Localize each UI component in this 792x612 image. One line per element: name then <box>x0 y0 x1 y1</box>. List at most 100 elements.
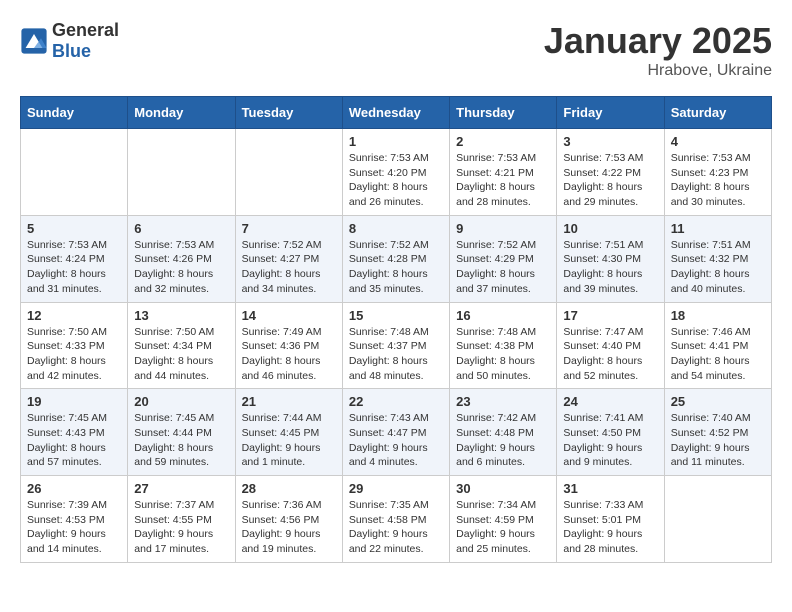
calendar-cell: 12 Sunrise: 7:50 AM Sunset: 4:33 PM Dayli… <box>21 302 128 389</box>
weekday-friday: Friday <box>557 97 664 129</box>
day-info: Sunrise: 7:53 AM Sunset: 4:22 PM Dayligh… <box>563 151 657 210</box>
day-info: Sunrise: 7:53 AM Sunset: 4:26 PM Dayligh… <box>134 238 228 297</box>
title-block: January 2025 Hrabove, Ukraine <box>544 20 772 80</box>
logo-text: General Blue <box>52 20 119 62</box>
day-number: 10 <box>563 221 657 236</box>
calendar-cell: 4Sunrise: 7:53 AM Sunset: 4:23 PM Daylig… <box>664 129 771 216</box>
calendar-week-4: 19 Sunrise: 7:45 AM Sunset: 4:43 PM Dayli… <box>21 389 772 476</box>
calendar-cell <box>21 129 128 216</box>
calendar-cell <box>664 476 771 563</box>
day-number: 13 <box>134 308 228 323</box>
day-info: Sunrise: 7:49 AM Sunset: 4:36 PM Dayligh… <box>242 325 336 384</box>
weekday-saturday: Saturday <box>664 97 771 129</box>
day-info: Sunrise: 7:39 AM Sunset: 4:53 PM Dayligh… <box>27 498 121 557</box>
location-subtitle: Hrabove, Ukraine <box>544 62 772 80</box>
calendar-cell: 18 Sunrise: 7:46 AM Sunset: 4:41 PM Dayli… <box>664 302 771 389</box>
day-number: 2 <box>456 134 550 149</box>
page-header: General Blue January 2025 Hrabove, Ukrai… <box>20 20 772 80</box>
calendar-cell: 27Sunrise: 7:37 AM Sunset: 4:55 PM Dayli… <box>128 476 235 563</box>
day-number: 29 <box>349 481 443 496</box>
calendar-cell: 25Sunrise: 7:40 AM Sunset: 4:52 PM Dayli… <box>664 389 771 476</box>
day-info: Sunrise: 7:48 AM Sunset: 4:38 PM Dayligh… <box>456 325 550 384</box>
day-number: 11 <box>671 221 765 236</box>
day-number: 14 <box>242 308 336 323</box>
calendar-cell <box>128 129 235 216</box>
logo-blue: Blue <box>52 41 91 61</box>
calendar-cell: 7 Sunrise: 7:52 AM Sunset: 4:27 PM Daylig… <box>235 215 342 302</box>
day-number: 28 <box>242 481 336 496</box>
day-info: Sunrise: 7:48 AM Sunset: 4:37 PM Dayligh… <box>349 325 443 384</box>
day-info: Sunrise: 7:50 AM Sunset: 4:33 PM Dayligh… <box>27 325 121 384</box>
day-info: Sunrise: 7:34 AM Sunset: 4:59 PM Dayligh… <box>456 498 550 557</box>
day-number: 12 <box>27 308 121 323</box>
day-number: 19 <box>27 394 121 409</box>
calendar-cell <box>235 129 342 216</box>
day-number: 7 <box>242 221 336 236</box>
calendar-cell: 15 Sunrise: 7:48 AM Sunset: 4:37 PM Dayli… <box>342 302 449 389</box>
calendar-cell: 28 Sunrise: 7:36 AM Sunset: 4:56 PM Dayli… <box>235 476 342 563</box>
calendar-cell: 17 Sunrise: 7:47 AM Sunset: 4:40 PM Dayli… <box>557 302 664 389</box>
day-info: Sunrise: 7:53 AM Sunset: 4:21 PM Dayligh… <box>456 151 550 210</box>
calendar-cell: 10 Sunrise: 7:51 AM Sunset: 4:30 PM Dayli… <box>557 215 664 302</box>
day-info: Sunrise: 7:52 AM Sunset: 4:28 PM Dayligh… <box>349 238 443 297</box>
day-number: 25 <box>671 394 765 409</box>
day-info: Sunrise: 7:36 AM Sunset: 4:56 PM Dayligh… <box>242 498 336 557</box>
logo-general: General <box>52 20 119 40</box>
day-number: 8 <box>349 221 443 236</box>
calendar-cell: 19 Sunrise: 7:45 AM Sunset: 4:43 PM Dayli… <box>21 389 128 476</box>
day-info: Sunrise: 7:45 AM Sunset: 4:44 PM Dayligh… <box>134 411 228 470</box>
weekday-monday: Monday <box>128 97 235 129</box>
day-number: 4 <box>671 134 765 149</box>
calendar-cell: 8 Sunrise: 7:52 AM Sunset: 4:28 PM Daylig… <box>342 215 449 302</box>
logo: General Blue <box>20 20 119 62</box>
weekday-wednesday: Wednesday <box>342 97 449 129</box>
day-number: 22 <box>349 394 443 409</box>
day-number: 24 <box>563 394 657 409</box>
day-number: 23 <box>456 394 550 409</box>
calendar-week-3: 12 Sunrise: 7:50 AM Sunset: 4:33 PM Dayli… <box>21 302 772 389</box>
day-info: Sunrise: 7:45 AM Sunset: 4:43 PM Dayligh… <box>27 411 121 470</box>
calendar-cell: 6 Sunrise: 7:53 AM Sunset: 4:26 PM Daylig… <box>128 215 235 302</box>
calendar-cell: 20 Sunrise: 7:45 AM Sunset: 4:44 PM Dayli… <box>128 389 235 476</box>
calendar-cell: 21 Sunrise: 7:44 AM Sunset: 4:45 PM Dayli… <box>235 389 342 476</box>
day-number: 9 <box>456 221 550 236</box>
day-info: Sunrise: 7:42 AM Sunset: 4:48 PM Dayligh… <box>456 411 550 470</box>
day-number: 27 <box>134 481 228 496</box>
logo-icon <box>20 27 48 55</box>
day-number: 18 <box>671 308 765 323</box>
day-info: Sunrise: 7:52 AM Sunset: 4:29 PM Dayligh… <box>456 238 550 297</box>
calendar-cell: 30 Sunrise: 7:34 AM Sunset: 4:59 PM Dayli… <box>450 476 557 563</box>
day-info: Sunrise: 7:47 AM Sunset: 4:40 PM Dayligh… <box>563 325 657 384</box>
day-number: 21 <box>242 394 336 409</box>
calendar-cell: 13 Sunrise: 7:50 AM Sunset: 4:34 PM Dayli… <box>128 302 235 389</box>
day-number: 3 <box>563 134 657 149</box>
calendar-week-1: 1Sunrise: 7:53 AM Sunset: 4:20 PM Daylig… <box>21 129 772 216</box>
weekday-thursday: Thursday <box>450 97 557 129</box>
calendar-cell: 5Sunrise: 7:53 AM Sunset: 4:24 PM Daylig… <box>21 215 128 302</box>
day-number: 5 <box>27 221 121 236</box>
calendar-cell: 14 Sunrise: 7:49 AM Sunset: 4:36 PM Dayli… <box>235 302 342 389</box>
calendar-cell: 23 Sunrise: 7:42 AM Sunset: 4:48 PM Dayli… <box>450 389 557 476</box>
day-info: Sunrise: 7:51 AM Sunset: 4:30 PM Dayligh… <box>563 238 657 297</box>
day-number: 6 <box>134 221 228 236</box>
day-number: 20 <box>134 394 228 409</box>
weekday-sunday: Sunday <box>21 97 128 129</box>
day-number: 30 <box>456 481 550 496</box>
day-info: Sunrise: 7:43 AM Sunset: 4:47 PM Dayligh… <box>349 411 443 470</box>
calendar-week-5: 26Sunrise: 7:39 AM Sunset: 4:53 PM Dayli… <box>21 476 772 563</box>
calendar-cell: 3 Sunrise: 7:53 AM Sunset: 4:22 PM Daylig… <box>557 129 664 216</box>
month-title: January 2025 <box>544 20 772 62</box>
day-info: Sunrise: 7:50 AM Sunset: 4:34 PM Dayligh… <box>134 325 228 384</box>
day-info: Sunrise: 7:35 AM Sunset: 4:58 PM Dayligh… <box>349 498 443 557</box>
day-number: 16 <box>456 308 550 323</box>
day-info: Sunrise: 7:46 AM Sunset: 4:41 PM Dayligh… <box>671 325 765 384</box>
day-info: Sunrise: 7:44 AM Sunset: 4:45 PM Dayligh… <box>242 411 336 470</box>
calendar-cell: 31Sunrise: 7:33 AM Sunset: 5:01 PM Dayli… <box>557 476 664 563</box>
weekday-header-row: SundayMondayTuesdayWednesdayThursdayFrid… <box>21 97 772 129</box>
calendar-cell: 2 Sunrise: 7:53 AM Sunset: 4:21 PM Daylig… <box>450 129 557 216</box>
day-info: Sunrise: 7:52 AM Sunset: 4:27 PM Dayligh… <box>242 238 336 297</box>
day-number: 31 <box>563 481 657 496</box>
calendar-week-2: 5Sunrise: 7:53 AM Sunset: 4:24 PM Daylig… <box>21 215 772 302</box>
day-number: 17 <box>563 308 657 323</box>
day-number: 15 <box>349 308 443 323</box>
